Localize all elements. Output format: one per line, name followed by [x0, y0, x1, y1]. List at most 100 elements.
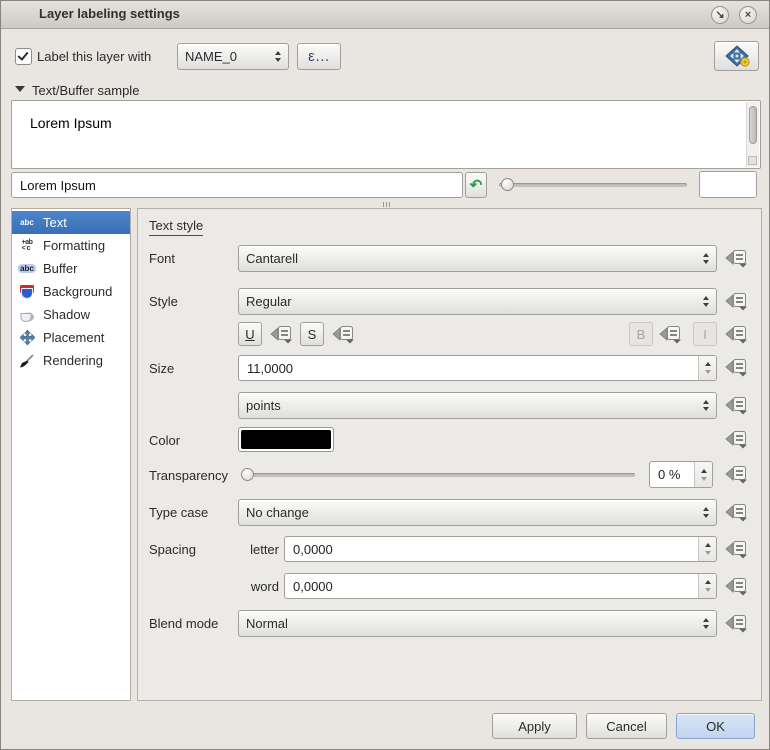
size-unit-combo[interactable]: points: [238, 392, 717, 419]
spin-arrows-icon[interactable]: [694, 462, 712, 487]
typecase-combo[interactable]: No change: [238, 499, 717, 526]
data-defined-icon: [724, 324, 749, 344]
sidebar-item-label: Buffer: [43, 261, 77, 276]
data-defined-icon: [724, 357, 749, 377]
spacing-label: Spacing: [149, 542, 196, 557]
color-label: Color: [149, 433, 180, 448]
collapse-arrow-icon[interactable]: [15, 86, 25, 92]
reset-sample-text-button[interactable]: ↶: [465, 172, 487, 198]
typecase-data-defined-button[interactable]: [724, 502, 749, 523]
letter-spacing-label: letter: [239, 542, 279, 557]
data-defined-icon: [658, 324, 683, 344]
spin-arrows-icon[interactable]: [698, 574, 716, 598]
underline-data-defined-button[interactable]: [269, 324, 294, 345]
sidebar-item-label: Placement: [43, 330, 104, 345]
sample-scrollbar[interactable]: [746, 102, 759, 167]
italic-data-defined-button[interactable]: [724, 324, 749, 345]
combo-arrows-icon: [703, 618, 709, 629]
background-icon: [17, 284, 37, 300]
sample-text-input[interactable]: [11, 172, 463, 198]
close-glyph: ×: [745, 10, 751, 21]
slider-groove: [499, 183, 687, 187]
italic-toggle-button: I: [693, 322, 717, 346]
data-defined-icon: [724, 539, 749, 559]
slider-handle[interactable]: [501, 178, 514, 191]
word-spacing-label: word: [239, 579, 279, 594]
cancel-button[interactable]: Cancel: [586, 713, 667, 739]
sidebar-item-text[interactable]: abc Text: [12, 211, 130, 234]
sidebar-item-rendering[interactable]: Rendering: [12, 349, 130, 372]
style-combo[interactable]: Regular: [238, 288, 717, 315]
apply-button[interactable]: Apply: [492, 713, 577, 739]
transparency-data-defined-button[interactable]: [724, 464, 749, 485]
restore-glyph: ↘: [715, 10, 724, 21]
close-window-icon[interactable]: ×: [739, 6, 757, 24]
expression-epsilon-label: ε…: [308, 48, 330, 65]
blend-mode-combo[interactable]: Normal: [238, 610, 717, 637]
color-data-defined-button[interactable]: [724, 429, 749, 450]
text-color-button[interactable]: [238, 427, 334, 452]
data-defined-icon: [724, 464, 749, 484]
blend-mode-data-defined-button[interactable]: [724, 613, 749, 634]
layer-labeling-dialog: Layer labeling settings ↘ × Label this l…: [0, 0, 770, 750]
transparency-value: 0 %: [650, 462, 694, 487]
size-spinbox[interactable]: 11,0000: [238, 355, 717, 381]
field-combo[interactable]: NAME_0: [177, 43, 289, 70]
ok-button[interactable]: OK: [676, 713, 755, 739]
letter-spacing-spinbox[interactable]: 0,0000: [284, 536, 717, 562]
word-spacing-data-defined-button[interactable]: [724, 576, 749, 597]
size-data-defined-button[interactable]: [724, 357, 749, 378]
data-defined-icon: [724, 291, 749, 311]
typecase-label: Type case: [149, 505, 208, 520]
size-value: 11,0000: [239, 356, 698, 380]
title-bar[interactable]: Layer labeling settings ↘ ×: [1, 1, 769, 29]
size-label: Size: [149, 361, 174, 376]
letter-spacing-data-defined-button[interactable]: [724, 539, 749, 560]
sample-preview-text: Lorem Ipsum: [30, 115, 112, 131]
sample-scrollbar-thumb[interactable]: [749, 106, 757, 144]
sample-size-slider[interactable]: [493, 172, 693, 198]
data-defined-icon: [724, 502, 749, 522]
automated-placement-button[interactable]: [714, 41, 759, 71]
sidebar-item-formatting[interactable]: +ab< c Formatting: [12, 234, 130, 257]
transparency-label: Transparency: [149, 468, 228, 483]
blend-mode-value: Normal: [246, 616, 703, 631]
letter-spacing-value: 0,0000: [285, 537, 698, 561]
size-unit-data-defined-button[interactable]: [724, 395, 749, 416]
spin-arrows-icon[interactable]: [698, 356, 716, 380]
bold-data-defined-button[interactable]: [658, 324, 683, 345]
strikeout-data-defined-button[interactable]: [331, 324, 356, 345]
sidebar-item-buffer[interactable]: abc Buffer: [12, 257, 130, 280]
color-swatch: [241, 430, 331, 449]
expression-builder-button[interactable]: ε…: [297, 43, 341, 70]
data-defined-icon: [724, 395, 749, 415]
splitter-handle[interactable]: [1, 200, 770, 208]
undo-arrow-icon: ↶: [470, 176, 483, 194]
sidebar-item-placement[interactable]: Placement: [12, 326, 130, 349]
bold-toggle-button: B: [629, 322, 653, 346]
sidebar-item-shadow[interactable]: Shadow: [12, 303, 130, 326]
placement-settings-icon: [722, 44, 752, 68]
field-combo-value: NAME_0: [185, 49, 275, 64]
transparency-spinbox[interactable]: 0 %: [649, 461, 713, 488]
dialog-title: Layer labeling settings: [39, 6, 180, 21]
sample-background-swatch[interactable]: [699, 171, 757, 198]
text-buffer-sample-preview: Lorem Ipsum: [11, 100, 761, 169]
sidebar-item-label: Formatting: [43, 238, 105, 253]
label-this-layer-checkbox[interactable]: [15, 48, 32, 65]
font-combo-value: Cantarell: [246, 251, 703, 266]
word-spacing-value: 0,0000: [285, 574, 698, 598]
style-data-defined-button[interactable]: [724, 291, 749, 312]
restore-window-icon[interactable]: ↘: [711, 6, 729, 24]
font-data-defined-button[interactable]: [724, 248, 749, 269]
underline-toggle-button[interactable]: U: [238, 322, 262, 346]
slider-handle[interactable]: [241, 468, 254, 481]
transparency-slider[interactable]: [239, 462, 641, 488]
typecase-value: No change: [246, 505, 703, 520]
sidebar-item-label: Background: [43, 284, 112, 299]
sidebar-item-background[interactable]: Background: [12, 280, 130, 303]
word-spacing-spinbox[interactable]: 0,0000: [284, 573, 717, 599]
spin-arrows-icon[interactable]: [698, 537, 716, 561]
font-combo[interactable]: Cantarell: [238, 245, 717, 272]
strikeout-toggle-button[interactable]: S: [300, 322, 324, 346]
